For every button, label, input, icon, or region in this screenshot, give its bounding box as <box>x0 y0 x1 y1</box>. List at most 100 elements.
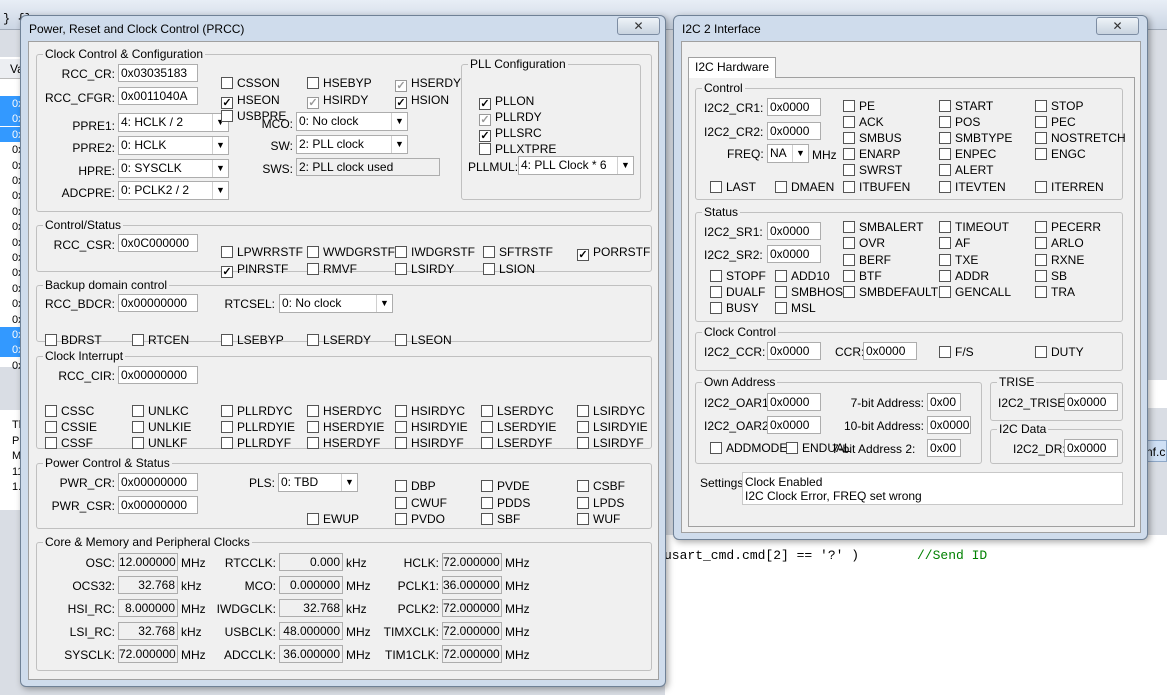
checkbox-msl[interactable]: MSL <box>775 301 816 315</box>
checkbox-sbf[interactable]: SBF <box>481 512 520 526</box>
checkbox-pllrdyie[interactable]: PLLRDYIE <box>221 420 295 434</box>
checkbox-cssc[interactable]: CSSC <box>45 404 94 418</box>
checkbox-hsion[interactable]: ✓ HSION <box>395 93 449 109</box>
checkbox-lserdyie[interactable]: LSERDYIE <box>481 420 556 434</box>
checkbox-csbf[interactable]: CSBF <box>577 479 625 493</box>
checkbox-stop[interactable]: STOP <box>1035 99 1083 113</box>
checkbox-pec[interactable]: PEC <box>1035 115 1076 129</box>
prcc-close-button[interactable]: ✕ <box>617 17 660 35</box>
checkbox-unlkc[interactable]: UNLKC <box>132 404 189 418</box>
checkbox-lserdy[interactable]: LSERDY <box>307 333 371 347</box>
tab-i2c-hardware[interactable]: I2C Hardware <box>688 57 777 78</box>
checkbox-unlkie[interactable]: UNLKIE <box>132 420 191 434</box>
checkbox-smbdefault[interactable]: SMBDEFAULT <box>843 285 938 299</box>
checkbox-iterren[interactable]: ITERREN <box>1035 180 1104 194</box>
checkbox-berf[interactable]: BERF <box>843 253 891 267</box>
pwr-csr-field[interactable]: 0x00000000 <box>118 496 198 514</box>
checkbox-btf[interactable]: BTF <box>843 269 882 283</box>
checkbox-dualf[interactable]: DUALF <box>710 285 765 299</box>
checkbox-smbhost[interactable]: SMBHOST <box>775 285 850 299</box>
checkbox-lsirdyc[interactable]: LSIRDYC <box>577 404 645 418</box>
checkbox-gencall[interactable]: GENCALL <box>939 285 1011 299</box>
checkbox-stopf[interactable]: STOPF <box>710 269 766 283</box>
checkbox-pdds[interactable]: PDDS <box>481 496 530 510</box>
checkbox-start[interactable]: START <box>939 99 993 113</box>
checkbox-sb[interactable]: SB <box>1035 269 1067 283</box>
checkbox-usbpre[interactable]: USBPRE <box>221 109 286 123</box>
checkbox-itbufen[interactable]: ITBUFEN <box>843 180 910 194</box>
ccr-field[interactable]: 0x0000 <box>767 342 821 360</box>
a10-field[interactable]: 0x0000 <box>927 416 971 434</box>
checkbox-last[interactable]: LAST <box>710 180 756 194</box>
checkbox-timeout[interactable]: TIMEOUT <box>939 220 1009 234</box>
checkbox-busy[interactable]: BUSY <box>710 301 759 315</box>
checkbox-hsirdyf[interactable]: HSIRDYF <box>395 436 464 450</box>
checkbox-lserdyf[interactable]: LSERDYF <box>481 436 552 450</box>
checkbox-itevten[interactable]: ITEVTEN <box>939 180 1006 194</box>
checkbox-cssf[interactable]: CSSF <box>45 436 93 450</box>
checkbox-txe[interactable]: TXE <box>939 253 978 267</box>
checkbox-pvdo[interactable]: PVDO <box>395 512 445 526</box>
checkbox-pecerr[interactable]: PECERR <box>1035 220 1101 234</box>
checkbox-f-s[interactable]: F/S <box>939 345 974 359</box>
checkbox-hsirdy[interactable]: ✓ HSIRDY <box>307 93 368 109</box>
checkbox-sftrstf[interactable]: SFTRSTF <box>483 245 553 259</box>
sr2-field[interactable]: 0x0000 <box>767 245 821 263</box>
cr2-field[interactable]: 0x0000 <box>767 122 821 140</box>
checkbox-smbalert[interactable]: SMBALERT <box>843 220 923 234</box>
dr-field[interactable]: 0x0000 <box>1064 439 1118 457</box>
checkbox-nostretch[interactable]: NOSTRETCH <box>1035 131 1126 145</box>
checkbox-hserdyc[interactable]: HSERDYC <box>307 404 382 418</box>
checkbox-pllxtpre[interactable]: PLLXTPRE <box>479 142 556 156</box>
checkbox-pinrstf[interactable]: ✓ PINRSTF <box>221 262 288 278</box>
checkbox-swrst[interactable]: SWRST <box>843 163 902 177</box>
rtcsel-select[interactable]: 0: No clock ▼ <box>279 294 393 313</box>
checkbox-ovr[interactable]: OVR <box>843 236 885 250</box>
checkbox-lserdyc[interactable]: LSERDYC <box>481 404 554 418</box>
checkbox-addmode[interactable]: ADDMODE <box>710 441 787 455</box>
rcc-cr-field[interactable]: 0x03035183 <box>118 64 198 82</box>
checkbox-pe[interactable]: PE <box>843 99 875 113</box>
ppre2-select[interactable]: 0: HCLK ▼ <box>118 136 229 155</box>
ccr2-field[interactable]: 0x0000 <box>863 342 917 360</box>
pllmul-select[interactable]: 4: PLL Clock * 6 ▼ <box>518 156 634 175</box>
a72-field[interactable]: 0x00 <box>927 439 961 457</box>
a7-field[interactable]: 0x00 <box>927 393 961 411</box>
rcc-cfgr-field[interactable]: 0x0011040A <box>118 87 198 105</box>
checkbox-lsirdyf[interactable]: LSIRDYF <box>577 436 644 450</box>
checkbox-af[interactable]: AF <box>939 236 970 250</box>
checkbox-pllon[interactable]: ✓ PLLON <box>479 94 534 110</box>
rcc-bdcr-field[interactable]: 0x00000000 <box>118 294 198 312</box>
checkbox-endual[interactable]: ENDUAL <box>786 441 851 455</box>
checkbox-csson[interactable]: CSSON <box>221 76 280 90</box>
checkbox-wuf[interactable]: WUF <box>577 512 620 526</box>
checkbox-add10[interactable]: ADD10 <box>775 269 830 283</box>
mco-select[interactable]: 0: No clock ▼ <box>296 112 408 131</box>
checkbox-pllsrc[interactable]: ✓ PLLSRC <box>479 126 542 142</box>
checkbox-alert[interactable]: ALERT <box>939 163 993 177</box>
cr1-field[interactable]: 0x0000 <box>767 98 821 116</box>
oar2-field[interactable]: 0x0000 <box>767 416 821 434</box>
sr1-field[interactable]: 0x0000 <box>767 222 821 240</box>
checkbox-enpec[interactable]: ENPEC <box>939 147 996 161</box>
checkbox-lsirdyie[interactable]: LSIRDYIE <box>577 420 648 434</box>
hpre-select[interactable]: 0: SYSCLK ▼ <box>118 159 229 178</box>
checkbox-rmvf[interactable]: RMVF <box>307 262 357 276</box>
oar1-field[interactable]: 0x0000 <box>767 393 821 411</box>
checkbox-iwdgrstf[interactable]: IWDGRSTF <box>395 245 475 259</box>
checkbox-hseon[interactable]: ✓ HSEON <box>221 93 280 109</box>
checkbox-arlo[interactable]: ARLO <box>1035 236 1084 250</box>
rcc-cir-field[interactable]: 0x00000000 <box>118 366 198 384</box>
checkbox-dbp[interactable]: DBP <box>395 479 436 493</box>
checkbox-rtcen[interactable]: RTCEN <box>132 333 189 347</box>
i2c-close-button[interactable]: ✕ <box>1096 17 1139 35</box>
checkbox-porrstf[interactable]: ✓ PORRSTF <box>577 245 650 261</box>
checkbox-dmaen[interactable]: DMAEN <box>775 180 834 194</box>
ppre1-select[interactable]: 4: HCLK / 2 ▼ <box>118 113 229 132</box>
checkbox-hserdyf[interactable]: HSERDYF <box>307 436 380 450</box>
pls-select[interactable]: 0: TBD ▼ <box>278 473 358 492</box>
checkbox-lseon[interactable]: LSEON <box>395 333 452 347</box>
checkbox-hsebyp[interactable]: HSEBYP <box>307 76 372 90</box>
checkbox-hserdyie[interactable]: HSERDYIE <box>307 420 384 434</box>
adcpre-select[interactable]: 0: PCLK2 / 2 ▼ <box>118 181 229 200</box>
